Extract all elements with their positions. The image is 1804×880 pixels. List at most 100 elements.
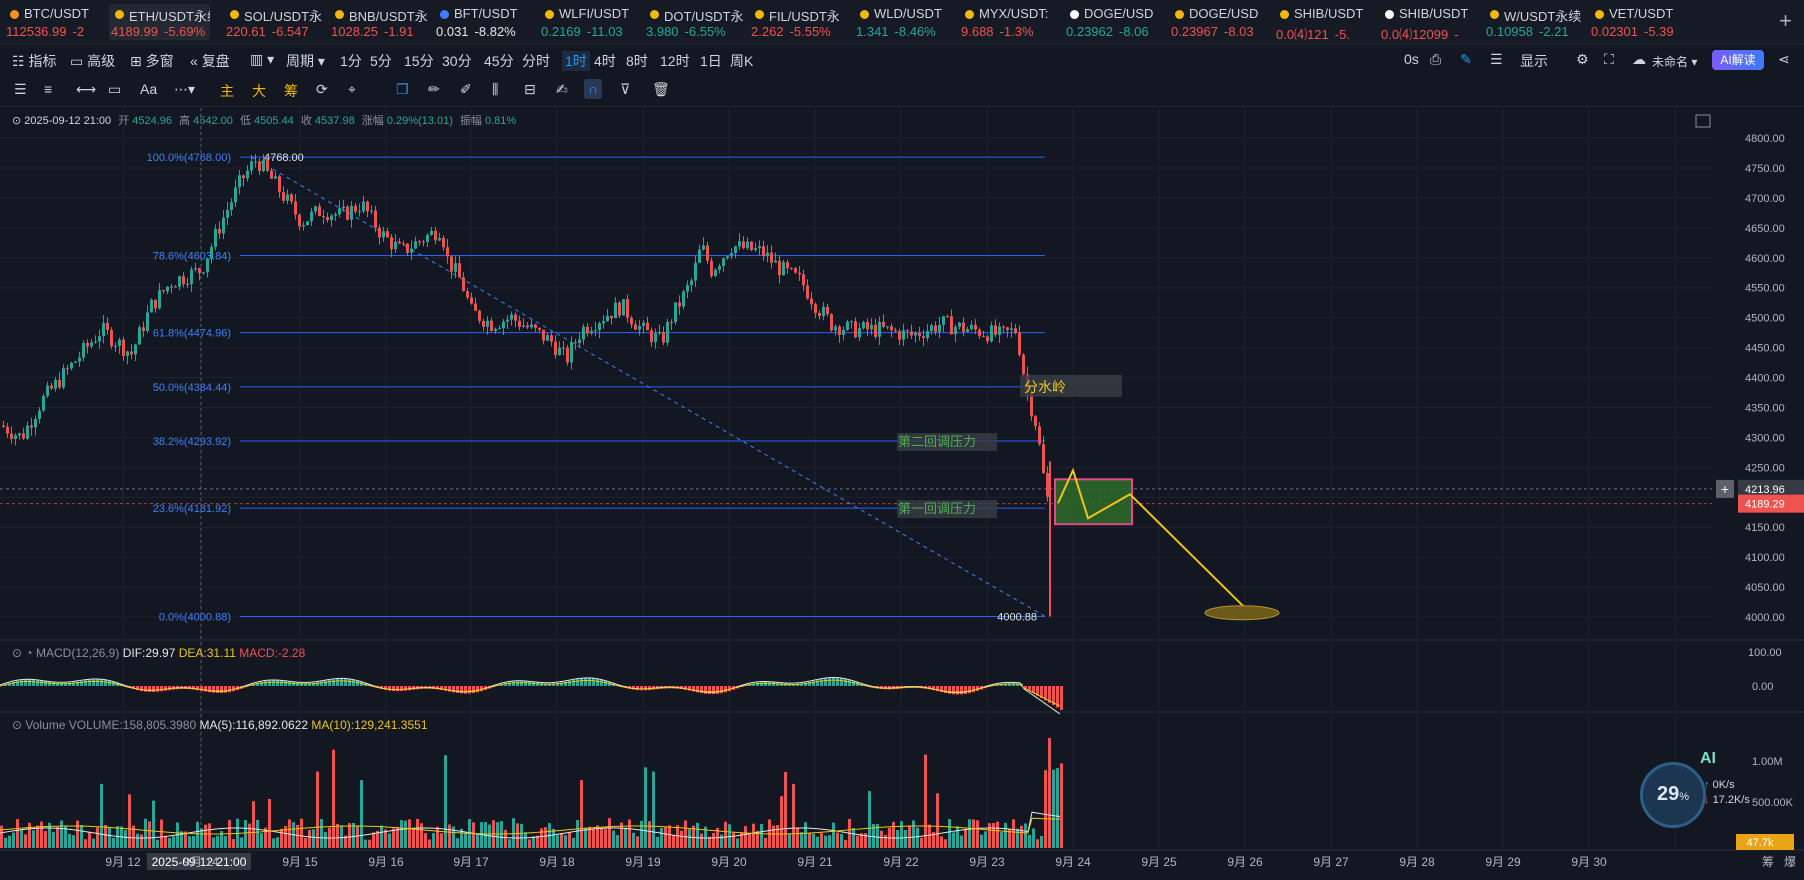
- interval-0[interactable]: 1分: [340, 51, 362, 71]
- symbol-tab[interactable]: SHIB/USDT 0.0⑷121 -5.: [1274, 4, 1375, 40]
- symbol-tab[interactable]: DOGE/USD 0.23962 -8.06: [1064, 4, 1165, 40]
- symbol-tab[interactable]: W/USDT永续 0.10958 -2.21: [1484, 4, 1585, 40]
- volume-bar: [620, 822, 623, 848]
- macd-bar: [764, 682, 767, 686]
- macd-bar: [156, 686, 159, 692]
- interval-8[interactable]: 8时: [626, 51, 648, 71]
- rect-icon[interactable]: ▭: [108, 81, 121, 98]
- interval-9[interactable]: 12时: [660, 51, 690, 71]
- indicator-button[interactable]: ☷ 指标: [12, 51, 56, 71]
- camera-icon[interactable]: ⎙: [1430, 51, 1441, 68]
- interval-3[interactable]: 30分: [442, 51, 472, 71]
- volume-bar: [212, 837, 215, 848]
- cloud-icon[interactable]: ☁: [1632, 51, 1646, 68]
- price-chart[interactable]: 100.0%(4768.00) 78.6%(4603.84) 61.8%(4474.…: [0, 0, 1804, 880]
- symbol-tab[interactable]: WLFI/USDT 0.2169 -11.03: [539, 4, 640, 40]
- volume-bar: [756, 830, 759, 848]
- symbol-tab[interactable]: FIL/USDT永 2.262 -5.55%: [749, 4, 850, 40]
- symbol-tab[interactable]: BFT/USDT 0.031 -8.82%: [434, 4, 535, 40]
- chart-toolbar: ☷ 指标 ▭ 高级 ⊞ 多窗 « 复盘 ▥ ▾ 周期 ▾ 1分 5分 15分 30分 4…: [0, 46, 1804, 76]
- interval-7[interactable]: 4时: [594, 51, 616, 71]
- display-button[interactable]: 显示: [1520, 51, 1548, 71]
- layout-name[interactable]: 未命名 ▾: [1652, 53, 1697, 70]
- main-tool[interactable]: 主: [220, 81, 234, 101]
- macd-bar: [340, 678, 343, 686]
- replay-button[interactable]: « 复盘: [190, 51, 230, 71]
- symbol-tab[interactable]: DOGE/USD 0.23967 -8.03: [1169, 4, 1270, 40]
- candle: [558, 347, 561, 356]
- symbol-tab[interactable]: DOT/USDT永 3.980 -6.55%: [644, 4, 745, 40]
- symbol-tab[interactable]: BNB/USDT永 1028.25 -1.91: [329, 4, 430, 40]
- collapse-icon[interactable]: ⊙: [12, 115, 21, 127]
- copy-icon[interactable]: ❐: [396, 81, 409, 98]
- measure-icon[interactable]: ⌖: [348, 81, 356, 98]
- volume-toggle-icon[interactable]: ⊙: [12, 718, 22, 732]
- macd-bar: [408, 686, 411, 691]
- candle-icon[interactable]: ⫼: [492, 81, 498, 98]
- add-tab-icon[interactable]: +: [1779, 8, 1792, 34]
- trash-icon[interactable]: 🗑: [652, 81, 670, 98]
- ai-badge[interactable]: AI: [1700, 750, 1716, 768]
- volume-bar: [680, 830, 683, 848]
- price-tick: 4250.00: [1745, 462, 1785, 474]
- volume-bar: [848, 818, 851, 848]
- interval-5[interactable]: 分时: [522, 51, 550, 71]
- symbol-tab[interactable]: SHIB/USDT 0.0⑷12099-: [1379, 4, 1480, 40]
- symbol-tab[interactable]: BTC/USDT 112536.99 -2: [4, 4, 105, 40]
- symbol-tab[interactable]: WLD/USDT 1.341 -8.46%: [854, 4, 955, 40]
- more-icon[interactable]: ⋯▾: [174, 81, 195, 98]
- volume-bar: [52, 831, 55, 848]
- rotate-icon[interactable]: ⟳: [316, 81, 328, 98]
- interval-11[interactable]: 周K: [730, 51, 753, 71]
- macd-bar: [516, 681, 519, 686]
- volume-bar: [988, 823, 991, 848]
- volume-bar: [540, 828, 543, 848]
- fullscreen-icon[interactable]: ⛶: [1604, 51, 1614, 68]
- macd-bar: [72, 682, 75, 686]
- time-tick: 9月 30: [1571, 855, 1607, 869]
- candle: [966, 329, 969, 332]
- volume-bar: [460, 828, 463, 848]
- symbol-tab[interactable]: MYX/USDT: 9.688 -1.3%: [959, 4, 1060, 40]
- macd-toggle-icon[interactable]: ⊙ ◔: [12, 646, 33, 660]
- candle: [610, 315, 613, 319]
- interval-10[interactable]: 1日: [700, 51, 722, 71]
- settings-icon[interactable]: ⚙: [1576, 51, 1589, 68]
- macd-bar: [1044, 686, 1047, 701]
- hlines-icon[interactable]: ≡: [44, 81, 52, 97]
- candle: [1014, 328, 1017, 333]
- text-tool-icon[interactable]: Aa: [140, 81, 157, 97]
- volume-bar: [264, 827, 267, 848]
- highlight-icon[interactable]: ✐: [460, 81, 472, 98]
- interval-4[interactable]: 45分: [484, 51, 514, 71]
- ai-interpret-button[interactable]: AI解读: [1712, 50, 1764, 70]
- multiwin-button[interactable]: ⊞ 多窗: [130, 51, 174, 71]
- candle: [226, 209, 229, 218]
- pencil-icon[interactable]: ✎: [1460, 51, 1472, 68]
- menu-icon[interactable]: ☰: [14, 81, 27, 98]
- symbol-tab[interactable]: VET/USDT 0.02301 -5.39: [1589, 4, 1690, 40]
- candle: [6, 426, 9, 434]
- ray-icon[interactable]: ⟷: [76, 81, 96, 98]
- share-icon[interactable]: ⋖: [1778, 51, 1790, 68]
- chip-tool[interactable]: 筹: [284, 81, 298, 101]
- big-tool[interactable]: 大: [252, 81, 266, 101]
- edit-icon[interactable]: ✍: [556, 81, 568, 98]
- macd-bar: [228, 686, 231, 693]
- magnet-icon[interactable]: ∩: [584, 79, 603, 99]
- lock-icon[interactable]: ⊟: [524, 81, 536, 98]
- interval-2[interactable]: 15分: [404, 51, 434, 71]
- layout-dropdown[interactable]: ▥ ▾: [250, 51, 274, 68]
- filter-icon[interactable]: ⊽: [620, 81, 630, 98]
- macd-bar: [188, 686, 191, 690]
- symbol-tab[interactable]: ETH/USDT永续4189.99-5.69%: [109, 4, 210, 40]
- list-icon[interactable]: ☰: [1490, 51, 1503, 68]
- period-dropdown[interactable]: 周期 ▾: [286, 51, 325, 71]
- brush-icon[interactable]: ✏: [428, 81, 440, 98]
- symbol-tab[interactable]: SOL/USDT永 220.61 -6.547: [224, 4, 325, 40]
- advanced-button[interactable]: ▭ 高级: [70, 51, 115, 71]
- candle: [538, 327, 541, 330]
- macd-bar: [356, 680, 359, 686]
- interval-1[interactable]: 5分: [370, 51, 392, 71]
- interval-6[interactable]: 1时: [562, 51, 590, 71]
